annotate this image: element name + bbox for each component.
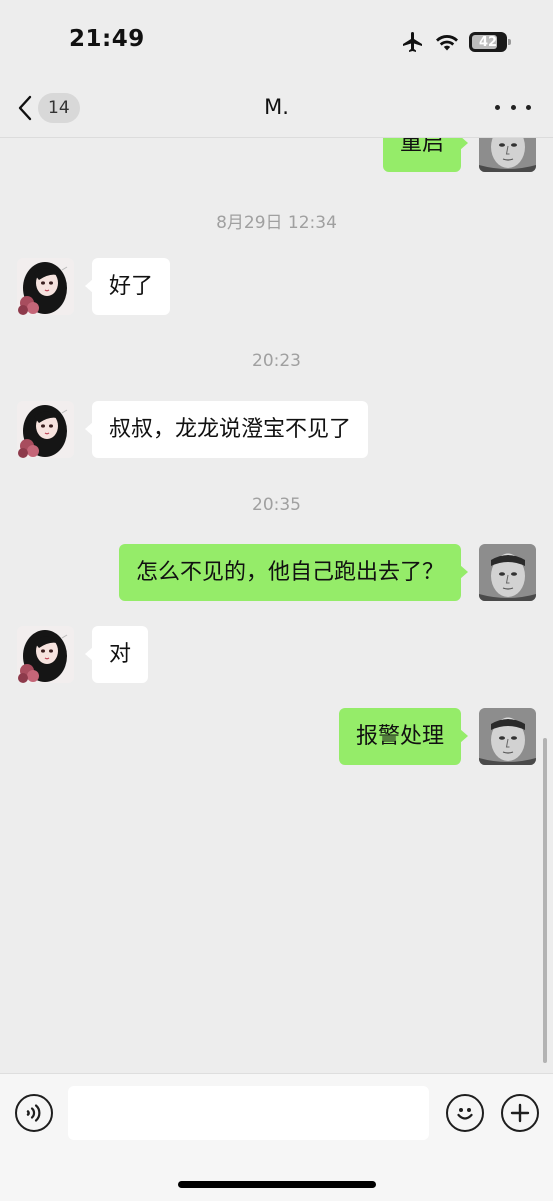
incoming-message-bubble[interactable]: 对 (84, 626, 149, 683)
outgoing-message-bubble[interactable]: 怎么不见的，他自己跑出去了？ (118, 544, 469, 601)
my-avatar[interactable] (479, 708, 536, 765)
scrollbar[interactable] (543, 738, 547, 1063)
incoming-message-bubble[interactable]: 好了 (84, 258, 171, 315)
emoji-icon (457, 1108, 473, 1120)
contact-avatar[interactable] (17, 258, 74, 315)
message-timestamp: 8月29日 12:34 (216, 213, 337, 233)
wifi-icon (436, 35, 458, 51)
emoji-button[interactable] (446, 1094, 484, 1132)
outgoing-message-bubble[interactable]: 报警处理 (338, 708, 469, 765)
message-list[interactable]: 重启 8月29日 12:34 好了 20:23 叔叔，龙龙说澄宝不见了 20:3… (0, 138, 553, 1073)
more-actions-button[interactable] (501, 1094, 539, 1132)
voice-button[interactable] (15, 1094, 53, 1132)
battery-level: 42 (478, 34, 498, 50)
voice-icon (26, 1104, 41, 1122)
message-timestamp: 20:23 (252, 351, 301, 371)
airplane-icon (403, 32, 422, 52)
message-input[interactable] (68, 1086, 429, 1140)
more-icon (495, 104, 500, 110)
message-timestamp: 20:35 (252, 495, 301, 515)
status-bar: 21:49 42 (0, 0, 553, 80)
contact-avatar[interactable] (17, 401, 74, 458)
my-avatar[interactable] (479, 544, 536, 601)
more-button[interactable] (495, 92, 531, 122)
contact-avatar[interactable] (17, 626, 74, 683)
my-avatar[interactable] (479, 138, 536, 172)
plus-icon (510, 1103, 530, 1123)
chat-header: 14 M. (0, 80, 553, 138)
home-indicator (178, 1181, 376, 1188)
status-time: 21:49 (69, 26, 145, 52)
incoming-message-bubble[interactable]: 叔叔，龙龙说澄宝不见了 (84, 401, 369, 458)
chat-title: M. (264, 95, 289, 119)
outgoing-message-bubble[interactable]: 重启 (382, 138, 469, 172)
battery-indicator: 42 (469, 32, 511, 52)
status-icons: 42 (401, 30, 511, 54)
